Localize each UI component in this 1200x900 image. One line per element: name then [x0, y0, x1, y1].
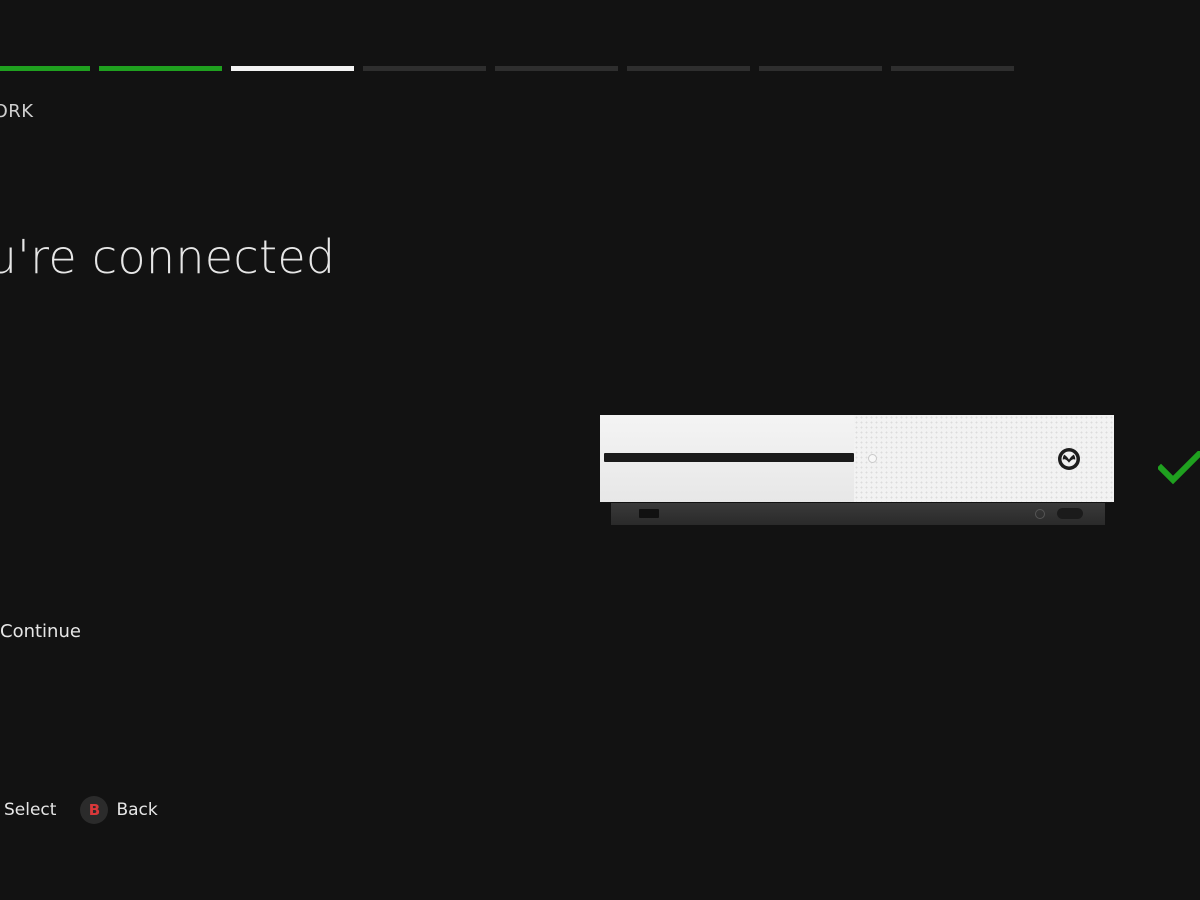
b-button-icon: B	[80, 796, 109, 824]
continue-button[interactable]: Continue	[0, 621, 81, 642]
setup-progress-bar	[0, 66, 1014, 71]
back-hint[interactable]: B Back	[80, 796, 158, 824]
progress-step	[891, 66, 1014, 71]
progress-step	[627, 66, 750, 71]
progress-step	[759, 66, 882, 71]
usb-port-icon	[639, 509, 659, 518]
progress-step	[99, 66, 222, 71]
footer-hints: Select B Back	[0, 796, 158, 824]
sync-button-icon	[1057, 508, 1083, 519]
back-hint-label: Back	[116, 800, 158, 820]
xbox-logo-icon	[1058, 448, 1080, 470]
progress-step	[231, 66, 354, 71]
select-hint[interactable]: Select	[4, 800, 56, 820]
select-hint-label: Select	[4, 800, 57, 820]
page-heading: You're connected	[0, 230, 336, 284]
console-illustration	[600, 415, 1114, 527]
disc-slot	[604, 453, 854, 462]
console-base	[611, 503, 1105, 525]
progress-step	[495, 66, 618, 71]
section-title: NETWORK	[0, 101, 34, 122]
progress-step	[0, 66, 90, 71]
eject-button-icon	[868, 454, 877, 463]
setup-screen: NETWORK You're connected Continue Select	[0, 0, 1200, 900]
checkmark-icon	[1158, 451, 1200, 485]
ir-sensor-icon	[1035, 509, 1045, 519]
progress-step	[363, 66, 486, 71]
console-body	[600, 415, 1114, 502]
